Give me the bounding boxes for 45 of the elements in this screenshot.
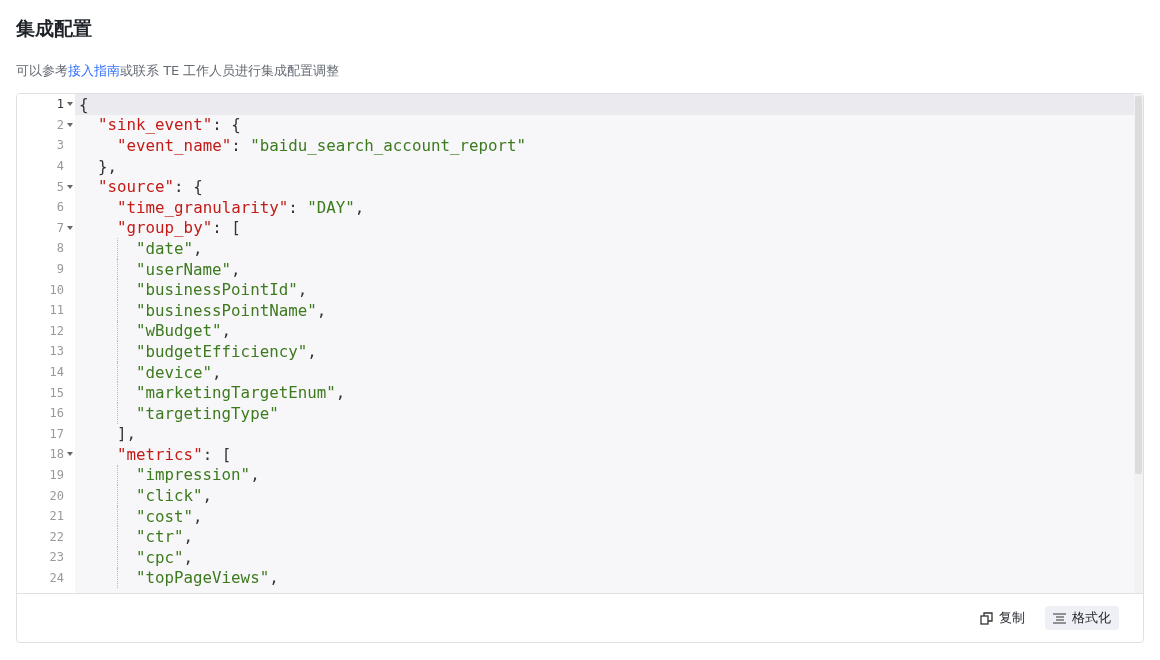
code-line: "source": { bbox=[97, 176, 204, 197]
line-number: 24 bbox=[48, 569, 65, 587]
description-text: 可以参考接入指南或联系 TE 工作人员进行集成配置调整 bbox=[16, 62, 341, 80]
line-number: 21 bbox=[48, 508, 65, 526]
line-number: 10 bbox=[48, 281, 65, 299]
code-line: "group_by": [ bbox=[116, 217, 242, 239]
fold-caret-icon[interactable] bbox=[67, 102, 73, 107]
line-number: 7 bbox=[17, 217, 75, 239]
section-title: 集成配置 bbox=[16, 16, 93, 41]
line-number: 12 bbox=[48, 322, 65, 340]
line-number: 8 bbox=[55, 240, 65, 258]
line-number: 6 bbox=[55, 199, 65, 217]
line-number: 16 bbox=[48, 405, 65, 423]
fold-caret-icon[interactable] bbox=[67, 452, 73, 457]
line-number: 15 bbox=[48, 384, 65, 402]
line-number: 20 bbox=[48, 487, 65, 505]
align-left-icon bbox=[1053, 612, 1066, 624]
code-line: "sink_event": { bbox=[97, 114, 242, 136]
line-number: 14 bbox=[48, 364, 65, 381]
line-number: 5 bbox=[17, 176, 75, 197]
line-number: 13 bbox=[48, 343, 65, 361]
line-number: 4 bbox=[55, 158, 65, 176]
code-line: ], bbox=[116, 423, 138, 445]
code-line: "time_granularity": "DAY", bbox=[116, 196, 366, 218]
guide-link[interactable]: 接入指南 bbox=[68, 63, 120, 78]
line-number: 11 bbox=[48, 302, 65, 320]
fold-caret-icon[interactable] bbox=[67, 122, 73, 127]
line-number: 3 bbox=[55, 137, 65, 155]
code-line: }, bbox=[97, 155, 119, 177]
line-number: 9 bbox=[55, 261, 65, 279]
fold-caret-icon[interactable] bbox=[67, 184, 73, 189]
line-number: 1 bbox=[17, 94, 75, 115]
line-number: 17 bbox=[48, 425, 65, 443]
line-number: 2 bbox=[17, 114, 75, 136]
line-number: 22 bbox=[48, 528, 65, 546]
line-number: 23 bbox=[48, 549, 65, 567]
copy-button[interactable]: 复制 bbox=[972, 606, 1033, 630]
copy-icon bbox=[980, 611, 993, 625]
code-line: "event_name": "baidu_search_account_report" bbox=[116, 135, 527, 156]
scrollbar[interactable] bbox=[1134, 94, 1143, 593]
fold-caret-icon[interactable] bbox=[67, 225, 73, 230]
format-button[interactable]: 格式化 bbox=[1045, 606, 1119, 630]
line-number: 19 bbox=[48, 467, 65, 484]
code-line: "metrics": [ bbox=[116, 444, 233, 465]
line-number: 18 bbox=[17, 444, 75, 465]
